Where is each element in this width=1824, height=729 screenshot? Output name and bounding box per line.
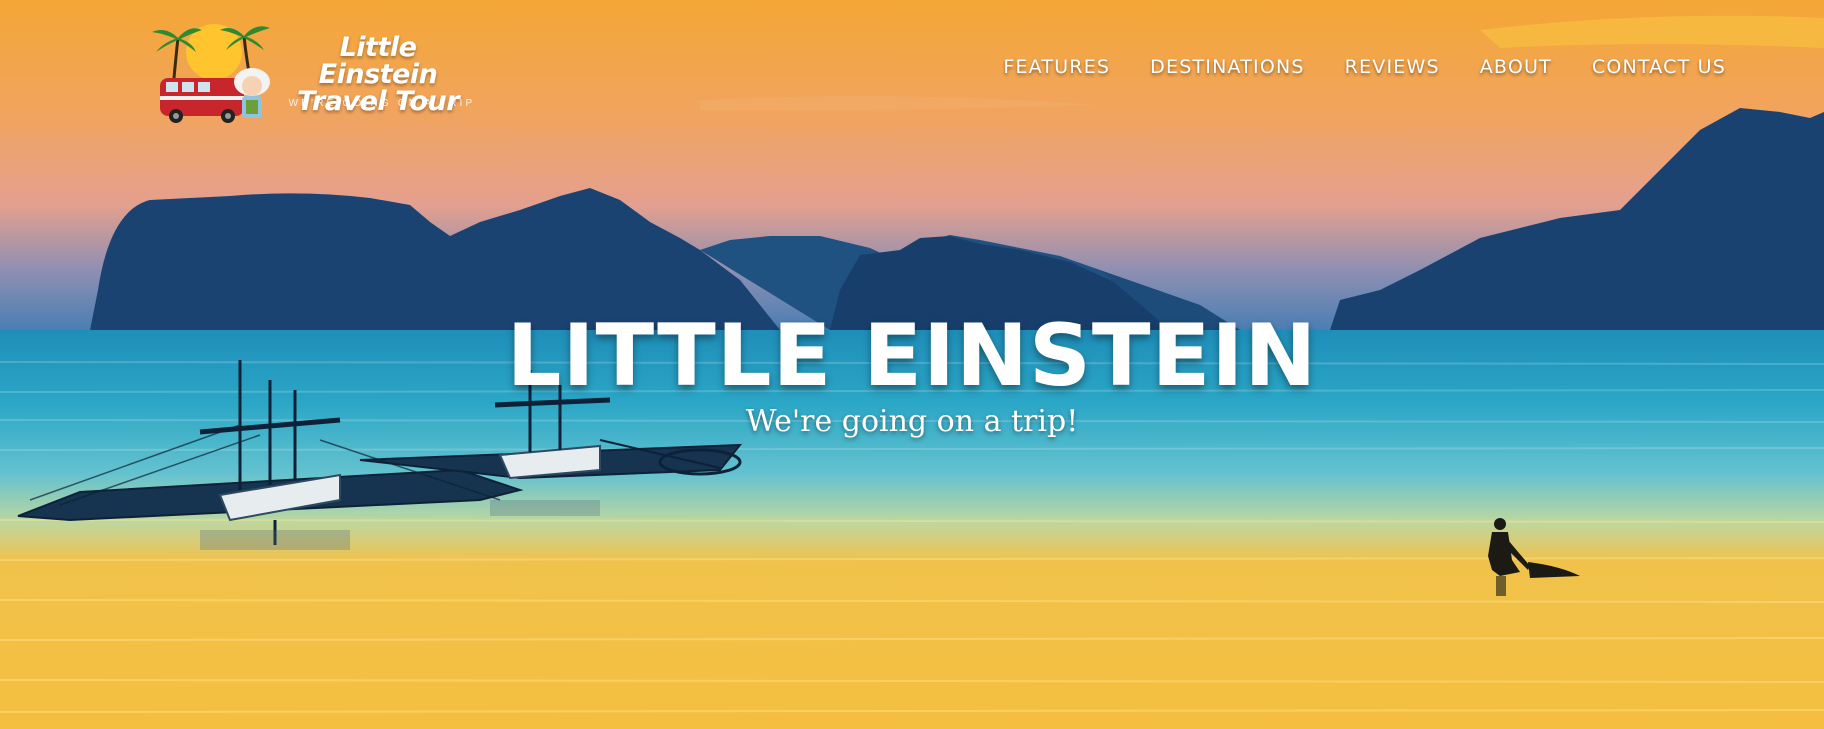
main-nav: FEATURES DESTINATIONS REVIEWS ABOUT CONT… bbox=[1003, 56, 1726, 78]
hero-title: LITTLE EINSTEIN bbox=[506, 306, 1318, 406]
brand-logo[interactable]: Little Einstein Travel Tour WE'RE GOING … bbox=[146, 16, 476, 126]
hero-subtitle: We're going on a trip! bbox=[745, 404, 1079, 439]
nav-item-reviews[interactable]: REVIEWS bbox=[1345, 56, 1440, 78]
van-palm-logo-icon bbox=[152, 24, 270, 123]
nav-item-about[interactable]: ABOUT bbox=[1480, 56, 1552, 78]
logo-title-line1: Little Einstein bbox=[318, 32, 438, 90]
logo-tagline: WE'RE GOING ON A TRIP bbox=[288, 98, 476, 109]
nav-item-destinations[interactable]: DESTINATIONS bbox=[1150, 56, 1304, 78]
hero-section: Little Einstein Travel Tour WE'RE GOING … bbox=[0, 0, 1824, 729]
nav-item-contact-us[interactable]: CONTACT US bbox=[1592, 56, 1726, 78]
nav-item-features[interactable]: FEATURES bbox=[1003, 56, 1110, 78]
